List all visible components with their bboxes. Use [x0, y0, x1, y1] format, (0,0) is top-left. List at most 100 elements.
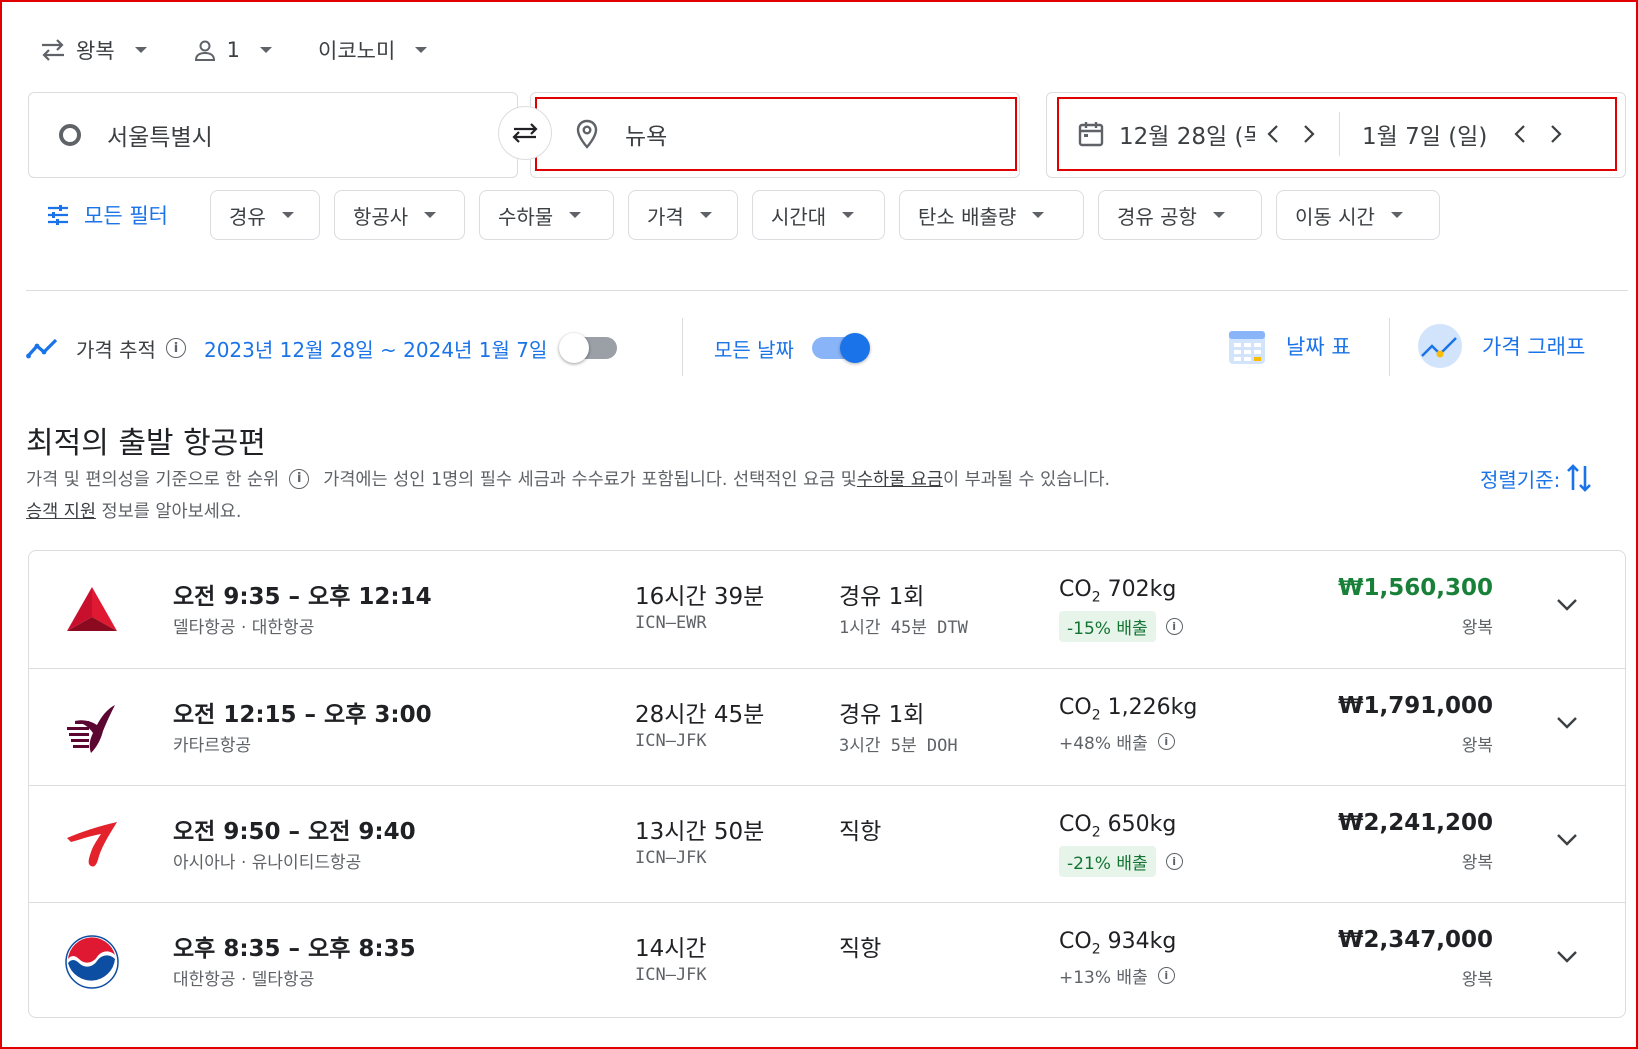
- chevron-down-icon: [424, 212, 437, 218]
- flight-price: ₩2,347,000: [1338, 927, 1493, 953]
- co2-subscript: 2: [1091, 824, 1101, 841]
- origin-field[interactable]: 서울특별시: [28, 92, 518, 178]
- destination-field[interactable]: 뉴욕: [530, 92, 1020, 178]
- chevron-down-icon: [1212, 212, 1225, 218]
- filter-chip-times[interactable]: 시간대: [751, 190, 885, 240]
- time-text: 오후 8:35 – 오후 8:35: [173, 936, 416, 962]
- filter-chip-connecting-airports[interactable]: 경유 공항: [1097, 190, 1262, 240]
- filter-chip-stops[interactable]: 경유: [209, 190, 320, 240]
- date-fields: 12월 28일 (목) 1월 7일 (일): [1046, 92, 1626, 178]
- flight-times: 오전 9:35 – 오후 12:14: [173, 577, 432, 611]
- filter-chip-price[interactable]: 가격: [627, 190, 738, 240]
- info-icon[interactable]: i: [289, 468, 310, 489]
- stop-count: 직항: [839, 819, 882, 845]
- cabin-class-select[interactable]: 이코노미: [318, 35, 428, 65]
- chevron-down-icon: [281, 212, 294, 218]
- flight-route: ICN–JFK: [635, 965, 707, 985]
- filter-chip-airlines[interactable]: 항공사: [333, 190, 465, 240]
- trip-type-select[interactable]: 왕복: [40, 35, 147, 65]
- all-dates-toggle[interactable]: [811, 333, 870, 363]
- flight-duration: 16시간 39분: [635, 584, 765, 610]
- chevron-down-icon: [134, 47, 147, 53]
- divider: [26, 290, 1628, 291]
- date-range-toggle[interactable]: [559, 333, 618, 363]
- flight-row[interactable]: 오후 8:35 – 오후 8:35 대한항공 · 델타항공 14시간 ICN–J…: [29, 902, 1625, 1017]
- filter-bar: 모든 필터 경유 항공사 수하물 가격 시간대 탄소 배출량 경유 공항 이동 …: [46, 190, 1440, 240]
- tracking-date-range: 2023년 12월 28일 ~ 2024년 1월 7일: [203, 337, 548, 362]
- info-icon[interactable]: i: [1165, 618, 1183, 635]
- passenger-assistance-link[interactable]: 승객 지원: [26, 502, 96, 522]
- delta-logo: [67, 587, 117, 631]
- date-grid-icon: [1229, 331, 1265, 364]
- all-filters-button[interactable]: 모든 필터: [46, 200, 168, 230]
- trip-type-note: 왕복: [1461, 736, 1493, 756]
- trip-type-note: 왕복: [1461, 853, 1493, 873]
- chip-label: 수하물: [497, 204, 554, 229]
- co2-label: CO: [1059, 577, 1092, 602]
- info-icon[interactable]: i: [1165, 853, 1183, 870]
- emissions-info: +13% 배출 i: [1059, 963, 1175, 988]
- flight-price: ₩1,560,300: [1338, 575, 1493, 601]
- swap-icon: [512, 123, 538, 143]
- stop-count: 경유 1회: [839, 702, 925, 728]
- flight-price: ₩1,791,000: [1338, 693, 1493, 719]
- date-separator: [1339, 112, 1340, 156]
- return-date-field[interactable]: 1월 7일 (일): [1362, 117, 1502, 151]
- swap-locations-button[interactable]: [498, 106, 552, 160]
- flight-duration: 28시간 45분: [635, 702, 765, 728]
- trip-type-note: 왕복: [1461, 618, 1493, 638]
- depart-date-field[interactable]: 12월 28일 (목): [1119, 117, 1255, 151]
- chevron-down-icon: [260, 47, 273, 53]
- emissions-text: +13% 배출: [1059, 968, 1148, 988]
- expand-button[interactable]: [1551, 824, 1583, 856]
- co2-subscript: 2: [1091, 707, 1101, 724]
- expand-button[interactable]: [1551, 941, 1583, 973]
- sort-arrows-icon: [1567, 464, 1592, 492]
- chip-label: 탄소 배출량: [917, 204, 1017, 229]
- passenger-count: 1: [226, 38, 241, 62]
- date-grid-button[interactable]: 날짜 표: [1226, 318, 1351, 374]
- dates-highlight: 12월 28일 (목) 1월 7일 (일): [1057, 97, 1617, 171]
- co2-subscript: 2: [1091, 941, 1101, 958]
- flight-price: ₩2,241,200: [1338, 810, 1493, 836]
- emissions-text: +48% 배출: [1059, 734, 1148, 754]
- vertical-divider: [1389, 318, 1390, 376]
- price-graph-button[interactable]: 가격 그래프: [1416, 318, 1585, 374]
- chevron-right-icon: [1304, 125, 1315, 143]
- origin-value: 서울특별시: [107, 125, 213, 151]
- passenger-select[interactable]: 1: [193, 38, 273, 62]
- airline-names: 델타항공 · 대한항공: [173, 618, 315, 638]
- expand-button[interactable]: [1551, 589, 1583, 621]
- chip-label: 시간대: [770, 204, 827, 229]
- chip-label: 이동 시간: [1294, 204, 1375, 229]
- destination-highlight: 뉴욕: [535, 97, 1017, 171]
- expand-button[interactable]: [1551, 707, 1583, 739]
- emissions-badge: -21% 배출: [1059, 846, 1156, 877]
- ranking-note: 가격 및 편의성을 기준으로 한 순위 i 가격에는 성인 1명의 필수 세금과…: [26, 466, 1110, 491]
- flight-row[interactable]: 오전 9:50 – 오전 9:40 아시아나 · 유나이티드항공 13시간 50…: [29, 785, 1625, 902]
- depart-next-day-button[interactable]: [1291, 124, 1327, 144]
- chevron-down-icon: [415, 47, 428, 53]
- info-icon[interactable]: i: [1157, 967, 1175, 984]
- flight-row[interactable]: 오전 9:35 – 오후 12:14 델타항공 · 대한항공 16시간 39분 …: [29, 551, 1625, 668]
- filter-chip-duration[interactable]: 이동 시간: [1275, 190, 1440, 240]
- date-grid-label: 날짜 표: [1286, 335, 1351, 359]
- price-graph-icon: [1418, 324, 1462, 368]
- filter-chip-bags[interactable]: 수하물: [478, 190, 614, 240]
- flight-row[interactable]: 오전 12:15 – 오후 3:00 카타르항공 28시간 45분 ICN–JF…: [29, 668, 1625, 785]
- info-icon[interactable]: i: [165, 338, 186, 358]
- flight-times: 오전 12:15 – 오후 3:00: [173, 695, 432, 729]
- sort-button[interactable]: 정렬기준:: [1480, 462, 1592, 494]
- filter-chip-emissions[interactable]: 탄소 배출량: [898, 190, 1084, 240]
- info-icon[interactable]: i: [1157, 733, 1175, 750]
- co2-value: 702kg: [1107, 577, 1177, 602]
- bag-fees-link[interactable]: 수하물 요금: [857, 466, 943, 491]
- layover-detail: 3시간 5분 DOH: [839, 736, 958, 756]
- location-pin-icon: [576, 119, 598, 149]
- depart-prev-day-button[interactable]: [1255, 124, 1291, 144]
- return-next-day-button[interactable]: [1538, 124, 1574, 144]
- return-prev-day-button[interactable]: [1502, 124, 1538, 144]
- price-note-end: 이 부과될 수 있습니다.: [942, 470, 1111, 490]
- chip-label: 경유 공항: [1116, 204, 1197, 229]
- vertical-divider: [682, 318, 683, 376]
